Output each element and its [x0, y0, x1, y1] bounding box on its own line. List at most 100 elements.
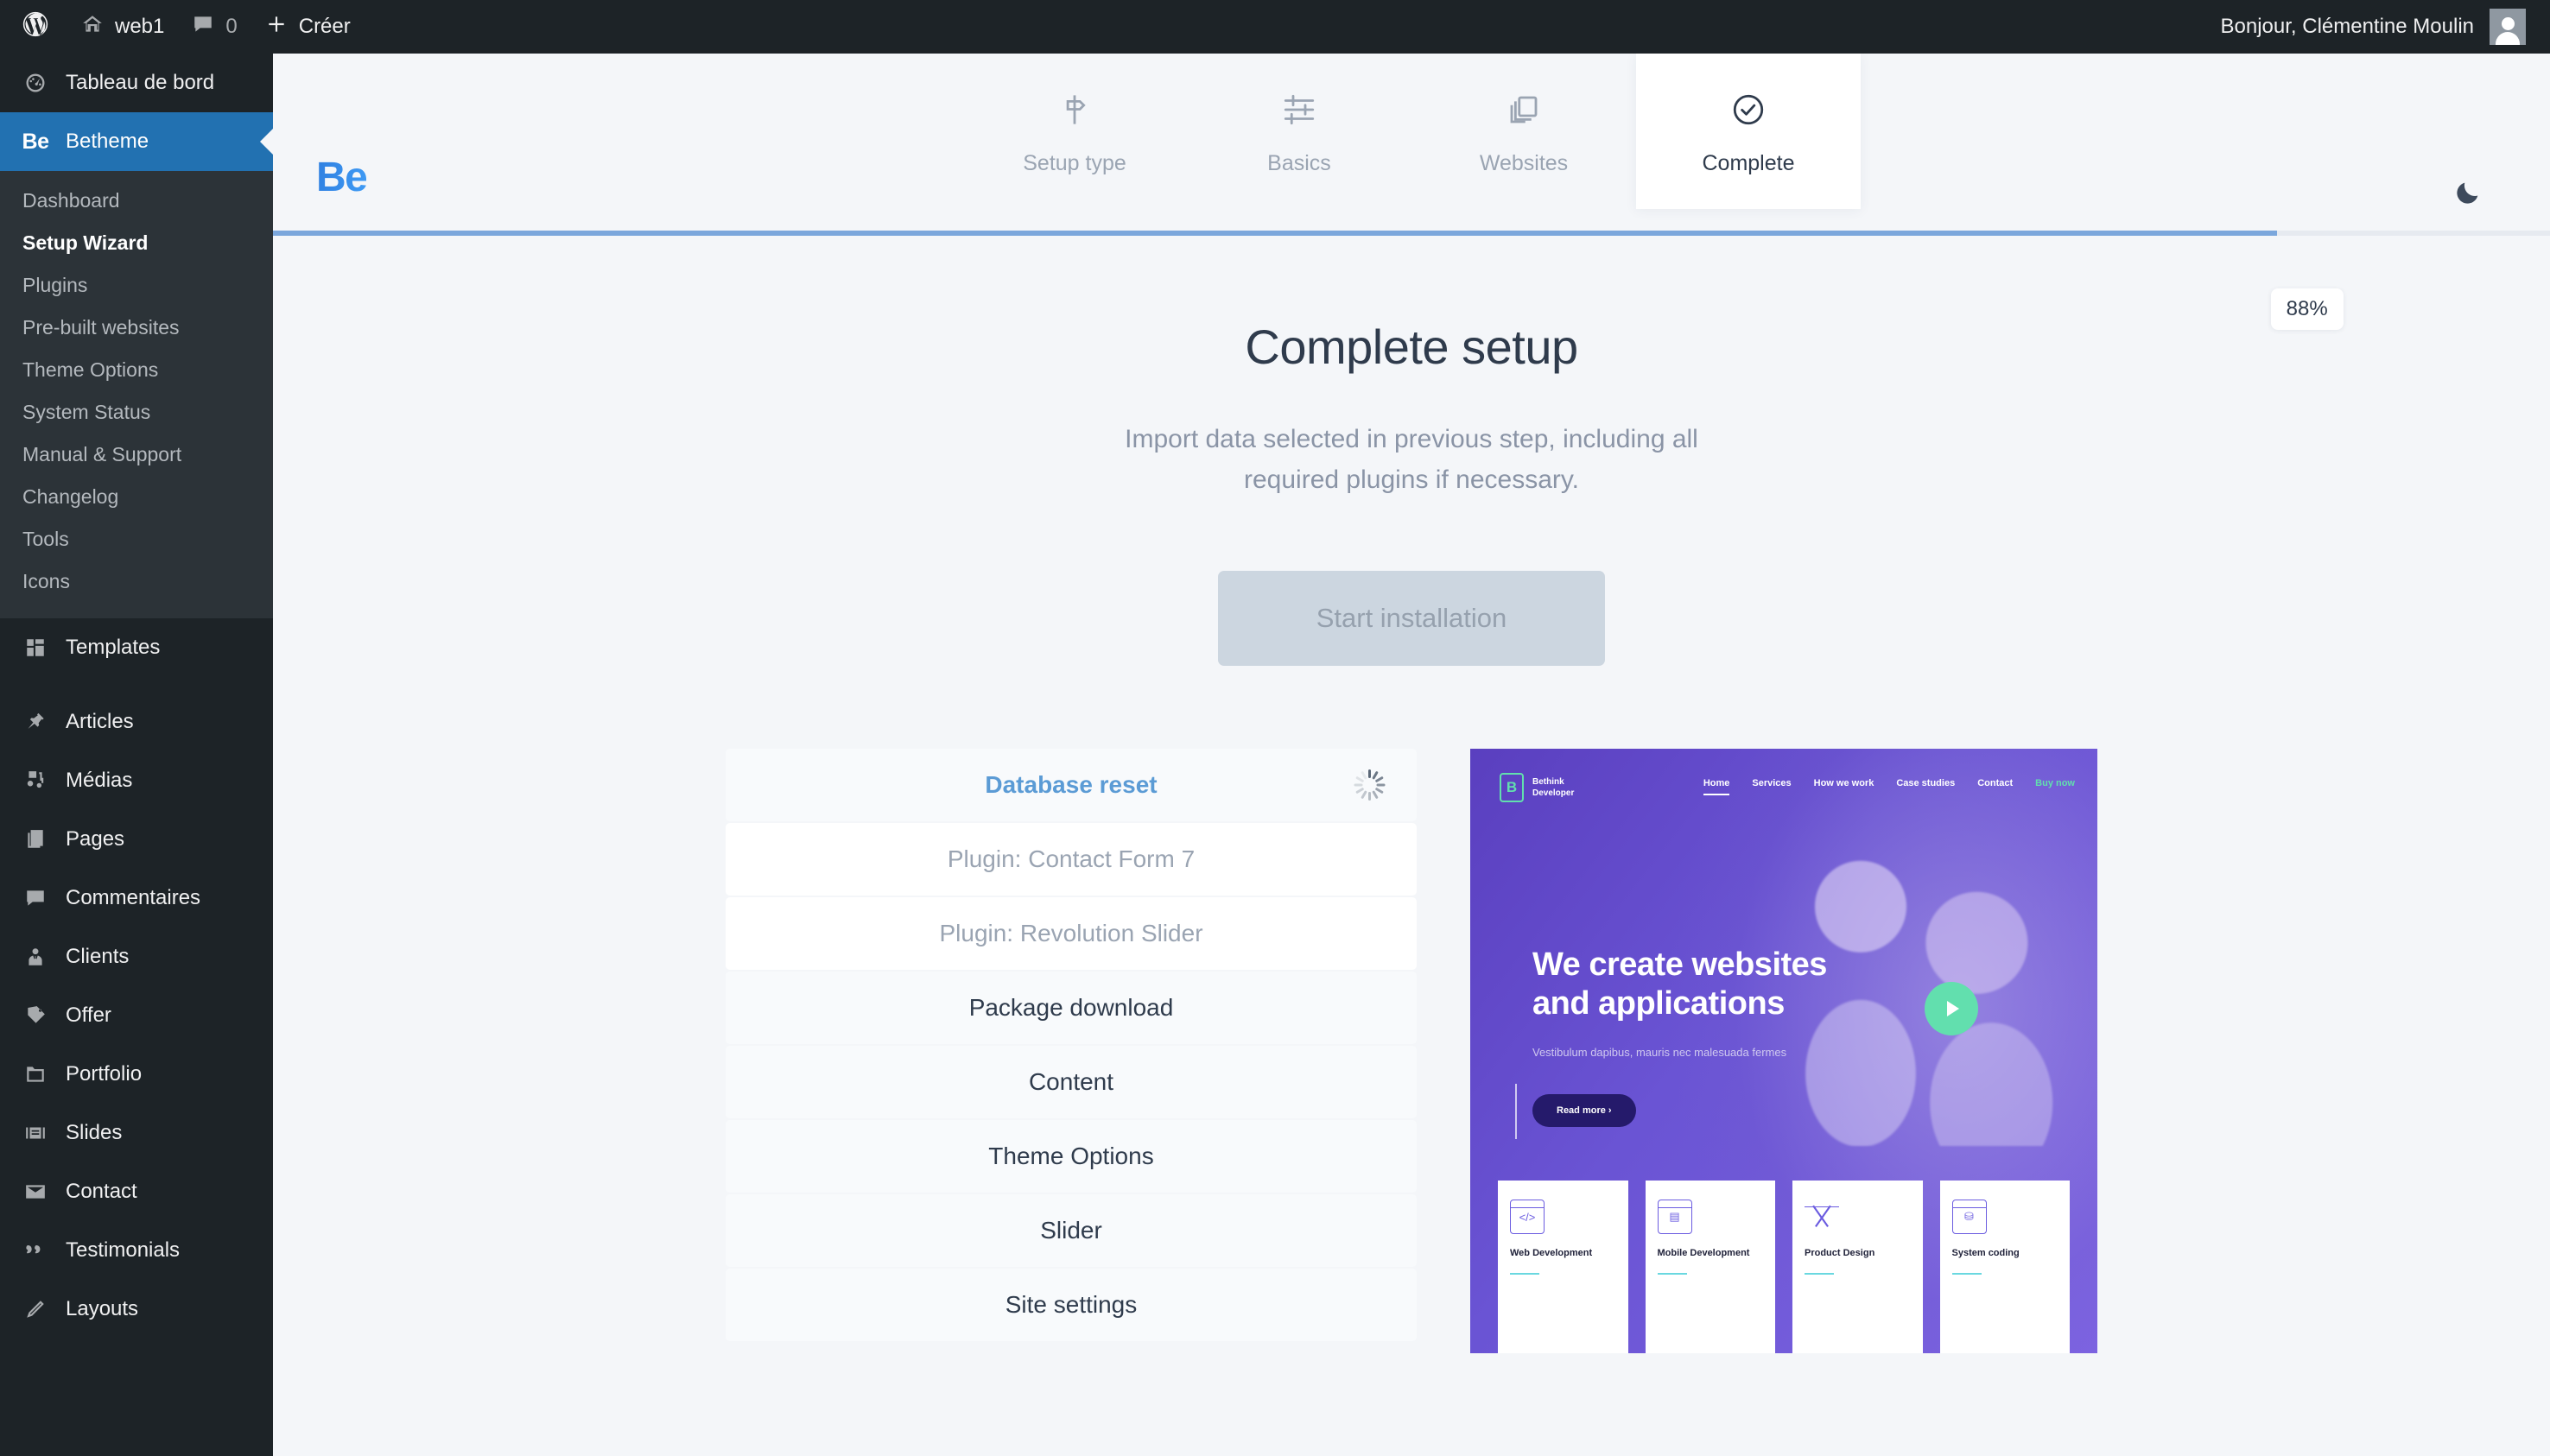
sitemap-window-icon: ⛁ [1951, 1200, 1987, 1234]
installation-task-list: Database reset Plugin: Contact Form 7 Pl… [726, 749, 1417, 1353]
loading-spinner-icon [1353, 769, 1386, 801]
page-title: Complete setup [1245, 320, 1578, 374]
play-icon [1925, 982, 1978, 1035]
my-account-menu[interactable]: Bonjour, Clémentine Moulin [2207, 0, 2550, 54]
sidebar-item-label: Portfolio [66, 1062, 143, 1086]
preview-subtitle: Vestibulum dapibus, mauris nec malesuada… [1532, 1046, 1787, 1059]
preview-card-title: Web Development [1510, 1248, 1593, 1258]
preview-card-title: Mobile Development [1657, 1248, 1750, 1258]
preview-service-card: ⛁ System coding [1939, 1181, 2070, 1353]
preview-card-rule [1657, 1272, 1687, 1275]
dashboard-gauge-icon [19, 71, 52, 95]
wizard-step-label: Complete [1702, 150, 1795, 175]
site-name-menu[interactable]: web1 [67, 0, 178, 54]
submenu-item-plugins[interactable]: Plugins [0, 264, 273, 307]
task-row: Plugin: Contact Form 7 [726, 823, 1417, 896]
wizard-step-label: Basics [1267, 150, 1331, 175]
slides-icon [19, 1122, 52, 1144]
sidebar-item-label: Pages [66, 827, 125, 851]
task-row: Site settings [726, 1269, 1417, 1341]
task-label: Slider [1040, 1217, 1102, 1244]
preview-headline-line1: We create websites [1532, 946, 1827, 983]
preview-card-rule [1805, 1272, 1834, 1275]
preview-service-card: ▤ Mobile Development [1645, 1181, 1775, 1353]
submenu-item-setup-wizard[interactable]: Setup Wizard [0, 222, 273, 264]
comments-menu[interactable]: 0 [178, 0, 251, 54]
pages-icon [19, 828, 52, 851]
preview-headline: We create websites and applications [1532, 946, 1827, 1023]
betheme-wordmark-logo: Be [316, 155, 368, 200]
tag-icon [19, 1004, 52, 1027]
preview-nav-item-home: Home [1703, 778, 1730, 795]
wp-logo-menu[interactable] [0, 0, 67, 54]
sidebar-item-label: Contact [66, 1180, 137, 1203]
wp-admin-bar: web1 0 Créer Bonjour, Clémentine Moulin [0, 0, 2550, 54]
sidebar-item-medias[interactable]: Médias [0, 751, 273, 810]
sidebar-item-label: Offer [66, 1003, 111, 1027]
new-content-menu[interactable]: Créer [251, 0, 365, 54]
sidebar-item-layouts[interactable]: Layouts [0, 1280, 273, 1339]
start-installation-button[interactable]: Start installation [1218, 571, 1605, 666]
sidebar-item-label: Layouts [66, 1297, 139, 1320]
sidebar-item-clients[interactable]: Clients [0, 927, 273, 986]
site-name-label: web1 [115, 15, 165, 38]
avatar [2490, 9, 2526, 45]
sidebar-item-label: Templates [66, 636, 161, 659]
submenu-item-system-status[interactable]: System Status [0, 391, 273, 434]
comment-bubble-icon [192, 13, 214, 41]
check-circle-icon [1730, 87, 1767, 132]
task-label: Plugin: Revolution Slider [939, 920, 1203, 946]
templates-grid-icon [19, 636, 52, 659]
preview-logo-text: Bethink Developer [1532, 776, 1574, 800]
sidebar-item-commentaires[interactable]: Commentaires [0, 869, 273, 927]
submenu-item-pre-built-websites[interactable]: Pre-built websites [0, 307, 273, 349]
sidebar-item-label: Articles [66, 710, 134, 733]
wizard-step-basics[interactable]: Basics [1187, 54, 1411, 209]
sidebar-item-label: Commentaires [66, 886, 201, 909]
sidebar-item-contact[interactable]: Contact [0, 1162, 273, 1221]
wizard-step-complete[interactable]: Complete [1636, 54, 1861, 209]
sidebar-item-label: Tableau de bord [66, 71, 215, 94]
progress-and-preview: Database reset Plugin: Contact Form 7 Pl… [273, 749, 2550, 1353]
preview-nav-item-contact: Contact [1977, 778, 2014, 788]
sidebar-item-label: Slides [66, 1121, 123, 1144]
user-tie-icon [19, 946, 52, 968]
task-label: Theme Options [988, 1143, 1154, 1169]
sidebar-separator [0, 677, 273, 693]
wizard-step-websites[interactable]: Websites [1411, 54, 1636, 209]
submenu-item-theme-options[interactable]: Theme Options [0, 349, 273, 391]
preview-card-title: System coding [1951, 1248, 2020, 1258]
sidebar-item-portfolio[interactable]: Portfolio [0, 1045, 273, 1104]
submenu-item-dashboard[interactable]: Dashboard [0, 180, 273, 222]
dark-mode-toggle[interactable] [2448, 174, 2488, 214]
wizard-step-label: Setup type [1023, 150, 1126, 175]
preview-card-rule [1510, 1272, 1539, 1275]
sidebar-item-betheme[interactable]: Be Betheme [0, 112, 273, 171]
sidebar-item-label: Betheme [66, 130, 149, 153]
submenu-item-manual-support[interactable]: Manual & Support [0, 434, 273, 476]
website-preview-thumbnail: B Bethink Developer Home Services How we… [1470, 749, 2097, 1353]
task-label: Package download [968, 994, 1174, 1021]
progress-bar-fill [273, 231, 2277, 236]
submenu-item-icons[interactable]: Icons [0, 560, 273, 603]
progress-bar-track [273, 231, 2550, 236]
sidebar-item-testimonials[interactable]: Testimonials [0, 1221, 273, 1280]
task-row: Theme Options [726, 1120, 1417, 1193]
sidebar-item-label: Testimonials [66, 1238, 181, 1262]
sidebar-item-templates[interactable]: Templates [0, 618, 273, 677]
preview-card-rule [1951, 1272, 1982, 1275]
task-row: Database reset [726, 749, 1417, 821]
preview-nav-item-buy-now: Buy now [2035, 778, 2075, 788]
pencil-ruler-icon [1805, 1200, 1839, 1234]
sidebar-item-dashboard[interactable]: Tableau de bord [0, 54, 273, 112]
sidebar-item-offer[interactable]: Offer [0, 986, 273, 1045]
submenu-item-changelog[interactable]: Changelog [0, 476, 273, 518]
sidebar-item-pages[interactable]: Pages [0, 810, 273, 869]
preview-service-cards: </> Web Development ▤ Mobile Development [1470, 1163, 2097, 1353]
submenu-item-tools[interactable]: Tools [0, 518, 273, 560]
folder-icon [19, 1063, 52, 1086]
sidebar-item-articles[interactable]: Articles [0, 693, 273, 751]
wizard-step-setup-type[interactable]: Setup type [962, 54, 1187, 209]
sidebar-item-slides[interactable]: Slides [0, 1104, 273, 1162]
wizard-body: Complete setup Import data selected in p… [273, 232, 2550, 1353]
